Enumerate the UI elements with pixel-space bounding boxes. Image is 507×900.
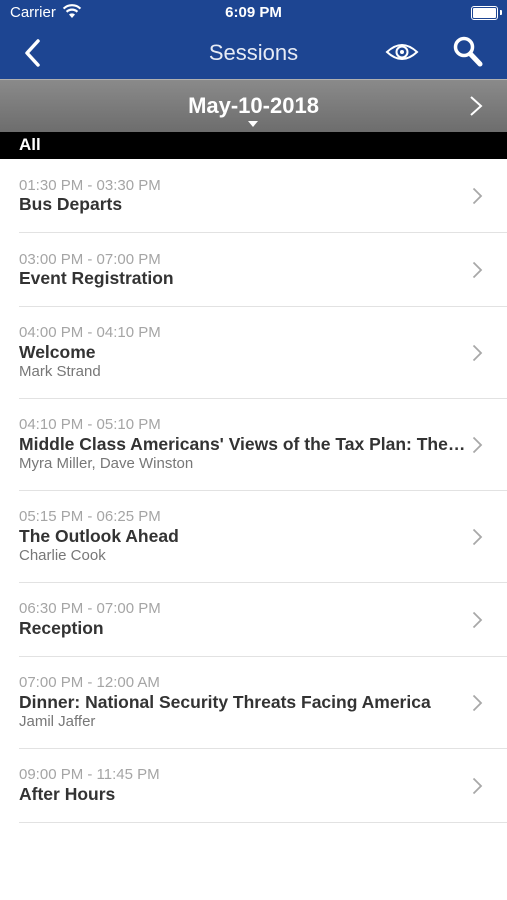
session-list: 01:30 PM - 03:30 PM Bus Departs 03:00 PM…: [0, 159, 507, 823]
session-row[interactable]: 01:30 PM - 03:30 PM Bus Departs: [19, 159, 507, 233]
caret-down-icon: [248, 121, 258, 127]
session-time: 09:00 PM - 11:45 PM: [19, 766, 160, 783]
chevron-right-icon: [472, 694, 483, 717]
status-bar: Carrier 6:09 PM: [0, 0, 507, 28]
eye-icon[interactable]: [385, 38, 419, 71]
chevron-right-icon: [472, 528, 483, 551]
session-time: 03:00 PM - 07:00 PM: [19, 251, 161, 268]
session-time: 07:00 PM - 12:00 AM: [19, 674, 160, 691]
page-title: Sessions: [208, 40, 299, 65]
session-row[interactable]: 09:00 PM - 11:45 PM After Hours: [19, 749, 507, 823]
session-time: 04:10 PM - 05:10 PM: [19, 416, 161, 433]
chevron-right-icon: [472, 187, 483, 210]
session-row[interactable]: 03:00 PM - 07:00 PM Event Registration: [19, 233, 507, 307]
session-speakers: Myra Miller, Dave Winston: [19, 455, 194, 472]
session-title: The Outlook Ahead: [19, 526, 179, 546]
session-title: Reception: [19, 618, 104, 638]
battery-icon: [471, 6, 502, 20]
chevron-right-icon: [472, 344, 483, 367]
top-bar: Carrier 6:09 PM Sessions: [0, 0, 507, 79]
selected-date[interactable]: May-10-2018: [0, 93, 507, 119]
session-title: Dinner: National Security Threats Facing…: [19, 692, 431, 712]
session-title: Middle Class Americans' Views of the Tax…: [19, 434, 469, 454]
session-row[interactable]: 06:30 PM - 07:00 PM Reception: [19, 583, 507, 657]
session-row[interactable]: 05:15 PM - 06:25 PM The Outlook Ahead Ch…: [19, 491, 507, 583]
session-title: Event Registration: [19, 268, 174, 288]
search-icon[interactable]: [452, 35, 484, 74]
session-time: 06:30 PM - 07:00 PM: [19, 600, 161, 617]
session-speakers: Jamil Jaffer: [19, 713, 96, 730]
session-row[interactable]: 04:10 PM - 05:10 PM Middle Class America…: [19, 399, 507, 491]
session-time: 01:30 PM - 03:30 PM: [19, 177, 161, 194]
chevron-right-icon: [472, 436, 483, 459]
date-selector[interactable]: May-10-2018: [0, 79, 507, 132]
chevron-right-icon: [472, 611, 483, 634]
filter-header: All: [0, 132, 507, 159]
session-speakers: Mark Strand: [19, 363, 101, 380]
chevron-right-icon: [472, 261, 483, 284]
session-time: 04:00 PM - 04:10 PM: [19, 324, 161, 341]
session-time: 05:15 PM - 06:25 PM: [19, 508, 161, 525]
chevron-right-icon[interactable]: [469, 95, 483, 122]
session-title: Welcome: [19, 342, 96, 362]
session-row[interactable]: 04:00 PM - 04:10 PM Welcome Mark Strand: [19, 307, 507, 399]
session-title: After Hours: [19, 784, 116, 804]
session-row[interactable]: 07:00 PM - 12:00 AM Dinner: National Sec…: [19, 657, 507, 749]
chevron-right-icon: [472, 777, 483, 800]
session-title: Bus Departs: [19, 194, 123, 214]
status-time: 6:09 PM: [225, 4, 282, 21]
filter-label: All: [19, 135, 41, 154]
navigation-bar: Sessions: [0, 28, 507, 79]
session-speakers: Charlie Cook: [19, 547, 106, 564]
